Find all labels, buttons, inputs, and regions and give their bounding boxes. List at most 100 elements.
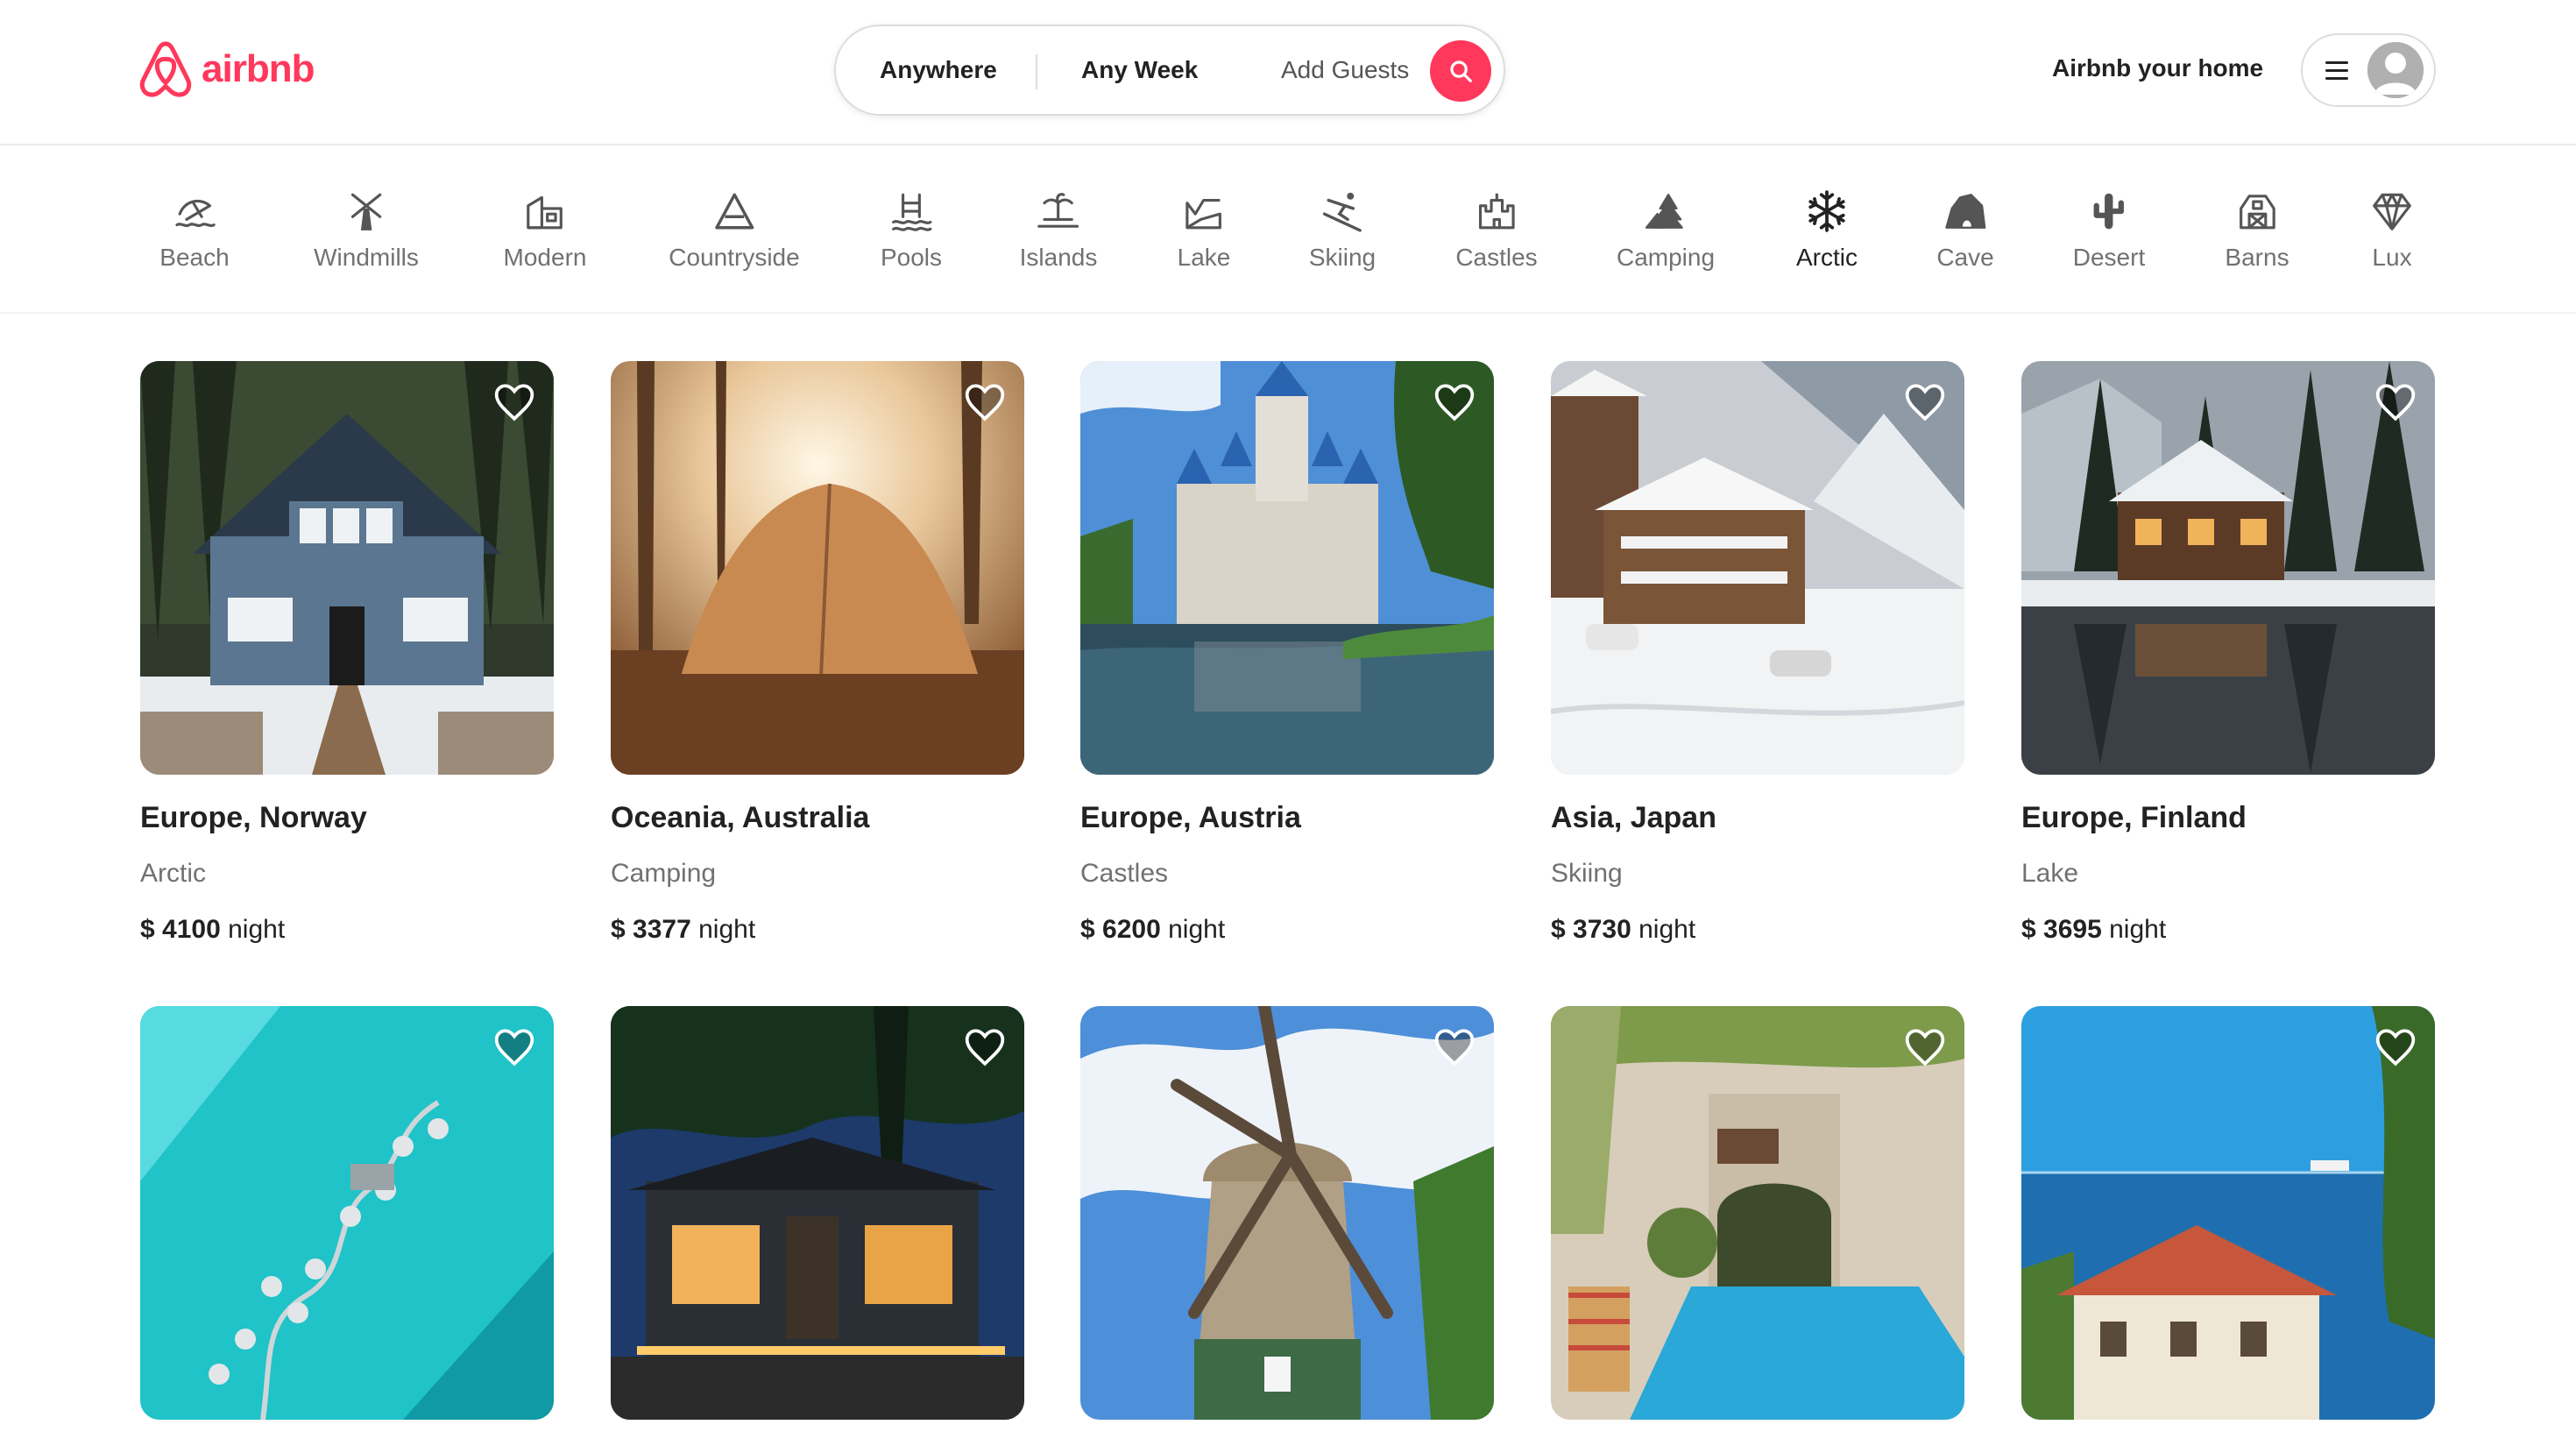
- listing-card[interactable]: Asia, Japan Skiing $ 3730 night: [1551, 361, 1964, 944]
- category-modern[interactable]: Modern: [503, 189, 587, 272]
- search-icon: [1450, 60, 1472, 82]
- price-unit: night: [1168, 915, 1226, 944]
- favorite-heart-icon[interactable]: [2374, 1025, 2417, 1069]
- listing-location: Asia, Japan: [1551, 801, 1716, 834]
- listing-location: Oceania, Australia: [611, 801, 870, 834]
- category-lake[interactable]: Lake: [1177, 189, 1231, 272]
- top-header: airbnb Anywhere Any Week Add Guests Airb…: [0, 0, 2576, 145]
- category-castles[interactable]: Castles: [1455, 189, 1538, 272]
- listing-location: Europe, Norway: [140, 801, 367, 834]
- category-label: Camping: [1616, 244, 1716, 271]
- search-bar[interactable]: Anywhere Any Week Add Guests: [834, 25, 1505, 116]
- windmill-icon: [350, 193, 382, 230]
- hamburger-icon: [2325, 61, 2348, 81]
- listing-price: $ 3695 night: [2021, 915, 2166, 945]
- listing-price: $ 6200 night: [1080, 915, 1225, 945]
- listing-card[interactable]: [2021, 1006, 2435, 1420]
- listing-photo[interactable]: [2021, 1006, 2435, 1420]
- search-add-guests[interactable]: Add Guests: [1281, 56, 1409, 84]
- price-unit: night: [698, 915, 756, 944]
- listing-card[interactable]: [1551, 1006, 1964, 1420]
- airbnb-logo[interactable]: airbnb: [138, 40, 315, 98]
- price-currency: $: [2021, 915, 2036, 944]
- listing-category: Skiing: [1551, 859, 1623, 888]
- snowflake-icon: [1808, 190, 1845, 232]
- category-beach[interactable]: Beach: [159, 189, 230, 272]
- favorite-heart-icon[interactable]: [492, 380, 536, 424]
- category-camping[interactable]: Camping: [1617, 189, 1715, 272]
- skiing-icon: [1322, 192, 1362, 232]
- countryside-icon: [714, 193, 754, 230]
- category-windmills[interactable]: Windmills: [314, 189, 419, 272]
- search-divider: [1036, 54, 1037, 89]
- listing-category: Camping: [611, 859, 717, 888]
- category-label: Barns: [2225, 244, 2289, 271]
- favorite-heart-icon[interactable]: [963, 380, 1007, 424]
- barn-icon: [2239, 195, 2275, 230]
- favorite-heart-icon[interactable]: [1433, 1025, 1476, 1069]
- search-any-week[interactable]: Any Week: [1081, 56, 1198, 84]
- favorite-heart-icon[interactable]: [2374, 380, 2417, 424]
- listing-photo[interactable]: [1080, 361, 1494, 775]
- listing-photo[interactable]: [140, 1006, 554, 1420]
- listing-price: $ 3730 night: [1551, 915, 1695, 945]
- listing-card[interactable]: [611, 1006, 1024, 1420]
- favorite-heart-icon[interactable]: [1903, 1025, 1947, 1069]
- listing-photo[interactable]: [2021, 361, 2435, 775]
- user-avatar-icon: [2367, 42, 2424, 98]
- category-label: Cave: [1936, 244, 1994, 271]
- category-lux[interactable]: Lux: [2370, 189, 2414, 272]
- price-currency: $: [1551, 915, 1566, 944]
- camping-icon: [1645, 194, 1683, 229]
- user-menu-button[interactable]: [2301, 33, 2436, 107]
- category-label: Windmills: [314, 244, 419, 271]
- listing-price: $ 3377 night: [611, 915, 755, 945]
- category-label: Lux: [2372, 244, 2412, 271]
- pool-icon: [892, 193, 932, 231]
- listing-location: Europe, Finland: [2021, 801, 2247, 834]
- beach-icon: [175, 199, 216, 228]
- category-label: Lake: [1177, 244, 1231, 271]
- category-label: Beach: [159, 244, 230, 271]
- airbnb-your-home-link[interactable]: Airbnb your home: [2052, 54, 2263, 82]
- favorite-heart-icon[interactable]: [963, 1025, 1007, 1069]
- category-label: Arctic: [1796, 244, 1858, 271]
- listing-price: $ 4100 night: [140, 915, 285, 945]
- category-cave[interactable]: Cave: [1936, 189, 1994, 272]
- price-amount: 3695: [2043, 915, 2102, 944]
- category-countryside[interactable]: Countryside: [669, 189, 800, 272]
- listing-card[interactable]: Europe, Finland Lake $ 3695 night: [2021, 361, 2435, 944]
- search-anywhere[interactable]: Anywhere: [880, 56, 997, 84]
- category-pools[interactable]: Pools: [881, 189, 942, 272]
- island-icon: [1037, 193, 1079, 228]
- category-label: Desert: [2072, 244, 2146, 271]
- category-label: Skiing: [1308, 244, 1376, 271]
- listing-location: Europe, Austria: [1080, 801, 1301, 834]
- search-button[interactable]: [1430, 40, 1491, 102]
- favorite-heart-icon[interactable]: [1903, 380, 1947, 424]
- cactus-icon: [2093, 193, 2125, 230]
- listing-photo[interactable]: [140, 361, 554, 775]
- category-desert[interactable]: Desert: [2073, 189, 2145, 272]
- listing-photo[interactable]: [1080, 1006, 1494, 1420]
- category-label: Modern: [503, 244, 587, 271]
- category-arctic[interactable]: Arctic: [1796, 189, 1858, 272]
- category-islands[interactable]: Islands: [1020, 189, 1097, 272]
- price-amount: 3730: [1573, 915, 1631, 944]
- category-skiing[interactable]: Skiing: [1309, 189, 1376, 272]
- favorite-heart-icon[interactable]: [492, 1025, 536, 1069]
- listing-card[interactable]: Oceania, Australia Camping $ 3377 night: [611, 361, 1024, 944]
- listing-card[interactable]: Europe, Austria Castles $ 6200 night: [1080, 361, 1494, 944]
- lake-icon: [1185, 198, 1222, 230]
- airbnb-logo-icon: [139, 41, 192, 97]
- listing-card[interactable]: [1080, 1006, 1494, 1420]
- listing-card[interactable]: Europe, Norway Arctic $ 4100 night: [140, 361, 554, 944]
- listing-photo[interactable]: [1551, 361, 1964, 775]
- listing-photo[interactable]: [611, 361, 1024, 775]
- category-barns[interactable]: Barns: [2225, 189, 2289, 272]
- listing-photo[interactable]: [1551, 1006, 1964, 1420]
- favorite-heart-icon[interactable]: [1433, 380, 1476, 424]
- listing-category: Arctic: [140, 859, 206, 888]
- listing-photo[interactable]: [611, 1006, 1024, 1420]
- listing-card[interactable]: [140, 1006, 554, 1420]
